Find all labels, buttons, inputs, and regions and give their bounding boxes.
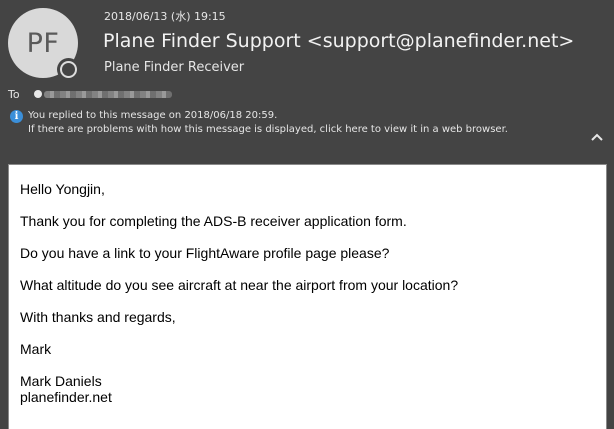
chevron-up-icon[interactable] [590,131,604,143]
presence-status-icon [57,58,80,81]
body-paragraph-3: What altitude do you see aircraft at nea… [20,277,459,293]
signoff-line: Mark [20,341,52,357]
avatar-initials: PF [26,27,60,59]
recipient-name-redacted[interactable] [44,91,172,98]
info-icon: i [10,110,23,123]
presence-ring [60,61,77,78]
view-in-browser-link[interactable]: If there are problems with how this mess… [28,124,508,135]
replied-notice: You replied to this message on 2018/06/1… [28,110,278,121]
greeting-line: Hello Yongjin, [20,181,105,197]
to-label: To [8,88,20,101]
body-paragraph-1: Thank you for completing the ADS-B recei… [20,213,407,229]
closing-line: With thanks and regards, [20,309,176,325]
signature-website: planefinder.net [20,389,112,405]
recipient-status-icon [34,90,42,98]
message-date: 2018/06/13 (水) 19:15 [104,10,226,23]
message-body: Hello Yongjin, Thank you for completing … [8,164,607,429]
signature-name: Mark Daniels [20,373,102,389]
message-header: PF 2018/06/13 (水) 19:15 Plane Finder Sup… [0,0,614,157]
body-paragraph-2: Do you have a link to your FlightAware p… [20,245,390,261]
message-subject: Plane Finder Receiver [104,60,245,75]
sender-name[interactable]: Plane Finder Support <support@planefinde… [103,30,574,52]
